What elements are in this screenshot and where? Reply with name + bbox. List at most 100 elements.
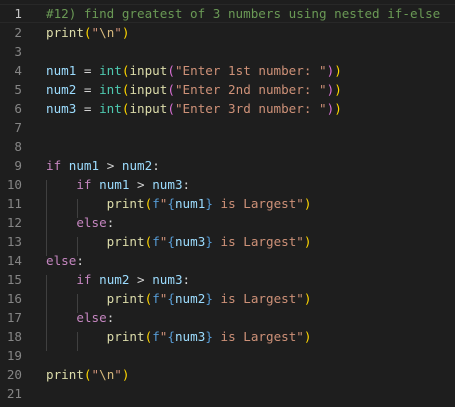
code-token: "Enter 1st number: " [174,63,327,78]
code-token: print [46,367,84,382]
code-text[interactable]: print(f"{num3} is Largest") [46,232,312,251]
code-token: = [76,82,100,97]
code-line[interactable]: 2 print("\n") [0,23,455,42]
code-token: } [205,234,213,249]
code-token: num3 [174,234,206,249]
code-token: num3 [174,329,206,344]
code-text[interactable]: print("\n") [46,23,129,42]
code-token: num2 [46,82,77,97]
code-token: f [152,234,160,249]
code-token: num3 [152,177,183,192]
code-token: ) [303,329,312,344]
code-token: "Enter 2nd number: " [174,82,327,97]
code-text[interactable]: num3 = int(input("Enter 3rd number: ")) [46,99,342,118]
code-token: print [106,291,145,306]
code-token: num1 [68,158,100,173]
code-token: : [182,272,191,287]
line-number: 13 [6,234,22,249]
line-number: 18 [6,329,22,344]
line-number: 21 [6,386,22,401]
code-token: ) [303,291,312,306]
code-token: print [46,25,84,40]
line-number: 5 [14,82,22,97]
code-token: input [129,82,168,97]
code-token: ) [334,63,342,78]
code-text[interactable]: num1 = int(input("Enter 1st number: ")) [46,61,342,80]
code-text[interactable]: else: [46,213,114,232]
code-token: ) [303,234,312,249]
code-text[interactable]: if num1 > num3: [46,175,190,194]
code-line[interactable]: 4 num1 = int(input("Enter 1st number: ")) [0,61,455,80]
code-token: ) [303,196,312,211]
code-text[interactable]: #12) find greatest of 3 numbers using ne… [46,5,440,22]
code-line[interactable]: 15 if num2 > num3: [0,270,455,289]
code-token: int [99,82,122,97]
code-line[interactable]: 21 [0,384,455,403]
code-line[interactable]: 17 else: [0,308,455,327]
code-line[interactable]: 16 print(f"{num2} is Largest") [0,289,455,308]
code-text[interactable]: if num2 > num3: [46,270,190,289]
code-text[interactable]: if num1 > num2: [46,156,160,175]
code-text[interactable]: print(f"{num1} is Largest") [46,194,312,213]
code-token: num3 [46,101,77,116]
line-number: 10 [6,177,22,192]
code-token: : [106,310,115,325]
code-token: { [167,196,175,211]
code-line[interactable]: 1 #12) find greatest of 3 numbers using n… [0,4,455,23]
code-text[interactable]: print(f"{num3} is Largest") [46,327,312,346]
code-token: if [46,158,62,173]
code-token: } [205,329,213,344]
code-text[interactable]: num2 = int(input("Enter 2nd number: ")) [46,80,342,99]
code-line[interactable]: 5 num2 = int(input("Enter 2nd number: ")) [0,80,455,99]
code-line[interactable]: 6 num3 = int(input("Enter 3rd number: ")) [0,99,455,118]
line-number: 12 [6,215,22,230]
line-number: 8 [14,139,22,154]
code-token: ( [167,63,175,78]
code-token: > [129,272,153,287]
code-line[interactable]: 19 [0,346,455,365]
code-token: int [99,101,122,116]
code-text[interactable]: else: [46,308,114,327]
line-number: 19 [6,348,22,363]
line-number: 4 [14,63,22,78]
code-token: ( [167,82,175,97]
code-line[interactable]: 9 if num1 > num2: [0,156,455,175]
code-line[interactable]: 7 [0,118,455,137]
code-line[interactable]: 18 print(f"{num3} is Largest") [0,327,455,346]
code-line[interactable]: 3 [0,42,455,61]
code-line[interactable]: 12 else: [0,213,455,232]
code-line[interactable]: 14 else: [0,251,455,270]
code-text[interactable]: else: [46,251,84,270]
code-token: ( [83,367,92,382]
code-editor[interactable]: 1 #12) find greatest of 3 numbers using n… [0,0,455,407]
code-token: ) [121,367,130,382]
code-token: " [114,25,122,40]
code-token: ( [167,101,175,116]
code-line[interactable]: 10 if num1 > num3: [0,175,455,194]
code-text[interactable]: print(f"{num2} is Largest") [46,289,312,308]
line-number: 3 [14,44,22,59]
code-line[interactable]: 20 print("\n") [0,365,455,384]
code-token: print [106,234,145,249]
code-token: ) [121,25,130,40]
code-line[interactable]: 11 print(f"{num1} is Largest") [0,194,455,213]
code-text[interactable]: print("\n") [46,365,129,384]
code-line[interactable]: 13 print(f"{num3} is Largest") [0,232,455,251]
line-number: 7 [14,120,22,135]
code-token: > [99,158,122,173]
code-token: is Largest" [212,196,304,211]
code-line[interactable]: 8 [0,137,455,156]
code-token: f [152,291,160,306]
line-number: 1 [14,6,22,21]
code-token: input [129,63,168,78]
code-token: is Largest" [212,234,304,249]
